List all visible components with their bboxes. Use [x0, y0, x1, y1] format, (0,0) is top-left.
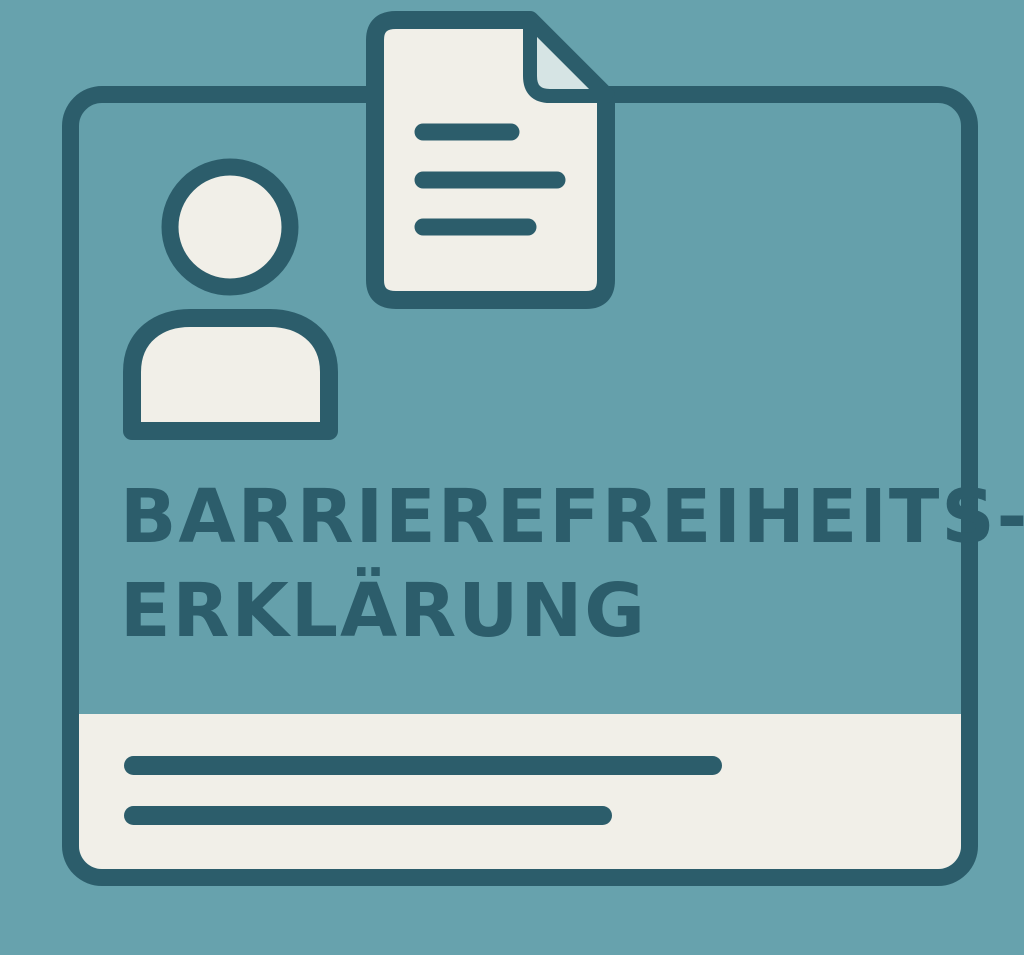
title-line-1: BARRIEREFREIHEITS-: [120, 474, 1024, 560]
placeholder-text-line: [124, 806, 612, 825]
placeholder-text-line: [124, 756, 722, 775]
page-title: BARRIEREFREIHEITS- ERKLÄRUNG: [120, 470, 1024, 658]
title-line-2: ERKLÄRUNG: [120, 568, 648, 654]
card-footer-panel: [79, 714, 961, 869]
